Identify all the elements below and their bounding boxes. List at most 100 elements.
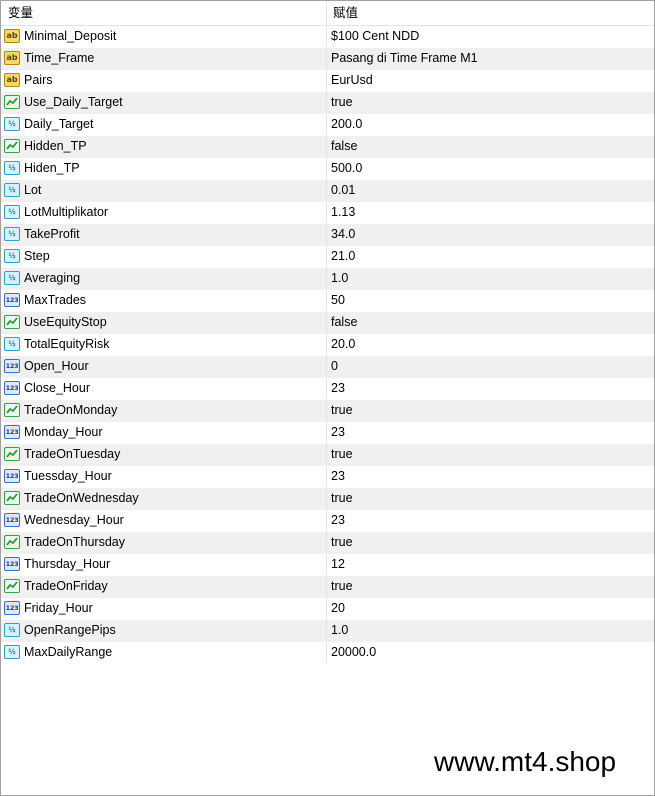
parameter-value[interactable]: true: [331, 488, 353, 509]
parameter-name: TradeOnMonday: [24, 403, 118, 417]
table-row[interactable]: 123 Close_Hour 23: [1, 378, 654, 400]
table-row[interactable]: 123 Tuessday_Hour 23: [1, 466, 654, 488]
table-row[interactable]: ½ TotalEquityRisk 20.0: [1, 334, 654, 356]
table-row[interactable]: ½ MaxDailyRange 20000.0: [1, 642, 654, 664]
table-row[interactable]: TradeOnTuesday true: [1, 444, 654, 466]
boolean-type-icon: [4, 491, 20, 505]
table-row[interactable]: 123 MaxTrades 50: [1, 290, 654, 312]
parameter-value[interactable]: 34.0: [331, 224, 355, 245]
cell-divider: [326, 488, 327, 509]
parameter-value[interactable]: true: [331, 92, 353, 113]
parameter-name: Daily_Target: [24, 117, 94, 131]
parameter-value[interactable]: 21.0: [331, 246, 355, 267]
integer-type-icon: 123: [4, 557, 20, 571]
table-row[interactable]: 123 Friday_Hour 20: [1, 598, 654, 620]
table-row[interactable]: TradeOnThursday true: [1, 532, 654, 554]
column-header-variable[interactable]: 变量: [8, 1, 33, 25]
cell-divider: [326, 510, 327, 531]
table-row[interactable]: TradeOnFriday true: [1, 576, 654, 598]
table-row[interactable]: UseEquityStop false: [1, 312, 654, 334]
table-row[interactable]: ½ Averaging 1.0: [1, 268, 654, 290]
parameter-name: LotMultiplikator: [24, 205, 109, 219]
boolean-type-icon: [4, 579, 20, 593]
table-row[interactable]: TradeOnWednesday true: [1, 488, 654, 510]
table-row[interactable]: ½ TakeProfit 34.0: [1, 224, 654, 246]
parameter-name: MaxDailyRange: [24, 645, 113, 659]
column-header-value[interactable]: 赋值: [333, 1, 358, 25]
parameter-name: TradeOnWednesday: [24, 491, 139, 505]
cell-divider: [326, 532, 327, 553]
parameter-value[interactable]: 20.0: [331, 334, 355, 355]
parameter-value[interactable]: 50: [331, 290, 345, 311]
cell-divider: [326, 26, 327, 47]
cell-divider: [326, 466, 327, 487]
cell-divider: [326, 70, 327, 91]
parameter-name: Hidden_TP: [24, 139, 87, 153]
integer-type-icon: 123: [4, 513, 20, 527]
parameter-value[interactable]: 23: [331, 466, 345, 487]
double-type-icon: ½: [4, 117, 20, 131]
cell-divider: [326, 180, 327, 201]
integer-type-icon: 123: [4, 469, 20, 483]
parameter-value[interactable]: 1.0: [331, 268, 348, 289]
parameter-value[interactable]: 23: [331, 378, 345, 399]
cell-divider: [326, 576, 327, 597]
parameter-value[interactable]: $100 Cent NDD: [331, 26, 419, 47]
parameter-value[interactable]: false: [331, 136, 357, 157]
parameter-name: TakeProfit: [24, 227, 80, 241]
table-row[interactable]: 123 Open_Hour 0: [1, 356, 654, 378]
parameter-value[interactable]: 0: [331, 356, 338, 377]
table-row[interactable]: ½ Hiden_TP 500.0: [1, 158, 654, 180]
table-row[interactable]: ab Time_Frame Pasang di Time Frame M1: [1, 48, 654, 70]
column-divider[interactable]: [326, 1, 327, 25]
cell-divider: [326, 114, 327, 135]
parameter-value[interactable]: true: [331, 576, 353, 597]
parameter-name: MaxTrades: [24, 293, 87, 307]
table-row[interactable]: ½ Step 21.0: [1, 246, 654, 268]
table-row[interactable]: ½ Daily_Target 200.0: [1, 114, 654, 136]
parameter-value[interactable]: 12: [331, 554, 345, 575]
table-row[interactable]: Use_Daily_Target true: [1, 92, 654, 114]
boolean-type-icon: [4, 447, 20, 461]
boolean-type-icon: [4, 403, 20, 417]
parameter-value[interactable]: 23: [331, 510, 345, 531]
parameter-value[interactable]: 23: [331, 422, 345, 443]
parameter-name: Hiden_TP: [24, 161, 80, 175]
parameter-value[interactable]: 200.0: [331, 114, 362, 135]
double-type-icon: ½: [4, 227, 20, 241]
parameter-value[interactable]: false: [331, 312, 357, 333]
parameter-value[interactable]: Pasang di Time Frame M1: [331, 48, 478, 69]
parameter-value[interactable]: true: [331, 400, 353, 421]
inputs-panel: 变量 赋值 ab Minimal_Deposit $100 Cent NDD ab Ti…: [0, 0, 655, 796]
table-row[interactable]: ½ LotMultiplikator 1.13: [1, 202, 654, 224]
parameter-value[interactable]: 500.0: [331, 158, 362, 179]
table-row[interactable]: 123 Wednesday_Hour 23: [1, 510, 654, 532]
table-row[interactable]: Hidden_TP false: [1, 136, 654, 158]
table-row[interactable]: 123 Thursday_Hour 12: [1, 554, 654, 576]
parameter-value[interactable]: true: [331, 532, 353, 553]
table-row[interactable]: ab Minimal_Deposit $100 Cent NDD: [1, 26, 654, 48]
parameter-value[interactable]: 1.0: [331, 620, 348, 641]
string-type-icon: ab: [4, 73, 20, 87]
parameter-value[interactable]: 0.01: [331, 180, 355, 201]
parameter-value[interactable]: EurUsd: [331, 70, 373, 91]
parameter-name: Time_Frame: [24, 51, 95, 65]
parameter-value[interactable]: 20000.0: [331, 642, 376, 663]
integer-type-icon: 123: [4, 359, 20, 373]
double-type-icon: ½: [4, 645, 20, 659]
parameter-value[interactable]: 20: [331, 598, 345, 619]
table-row[interactable]: ½ OpenRangePips 1.0: [1, 620, 654, 642]
table-row[interactable]: ab Pairs EurUsd: [1, 70, 654, 92]
double-type-icon: ½: [4, 623, 20, 637]
cell-divider: [326, 268, 327, 289]
parameter-name: Pairs: [24, 73, 53, 87]
table-row[interactable]: ½ Lot 0.01: [1, 180, 654, 202]
parameter-name: Tuessday_Hour: [24, 469, 112, 483]
parameter-value[interactable]: true: [331, 444, 353, 465]
parameter-name: TradeOnTuesday: [24, 447, 121, 461]
parameter-value[interactable]: 1.13: [331, 202, 355, 223]
table-row[interactable]: TradeOnMonday true: [1, 400, 654, 422]
cell-divider: [326, 378, 327, 399]
table-row[interactable]: 123 Monday_Hour 23: [1, 422, 654, 444]
double-type-icon: ½: [4, 161, 20, 175]
